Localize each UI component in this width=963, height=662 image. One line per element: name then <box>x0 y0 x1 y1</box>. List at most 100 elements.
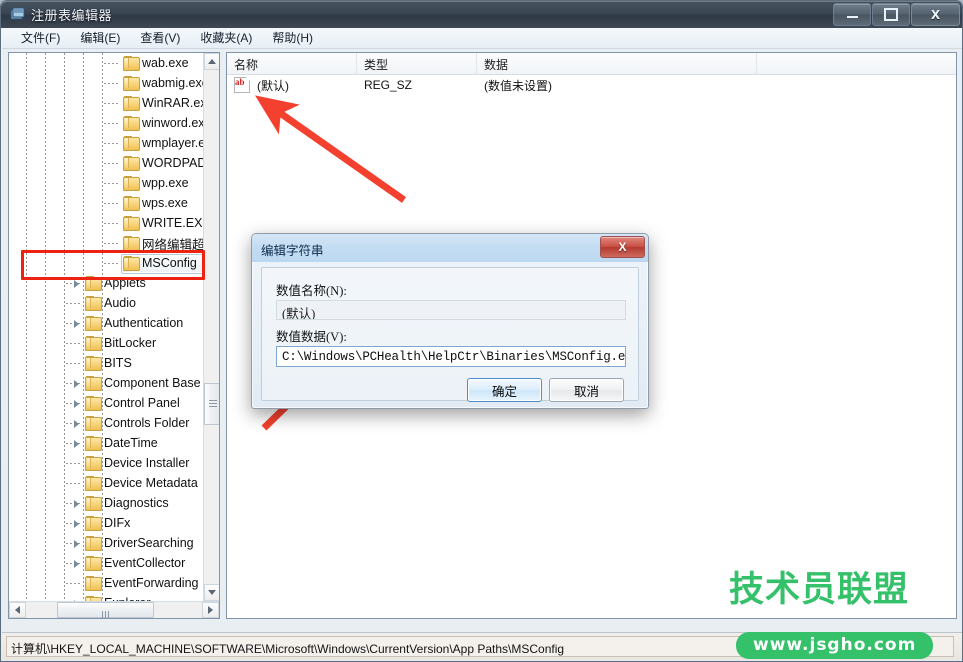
scroll-right-button[interactable] <box>202 602 219 618</box>
tree-item-explorer[interactable]: Explorer <box>9 593 204 601</box>
expand-arrow-icon[interactable] <box>72 378 83 389</box>
tree-item-controls-folder[interactable]: Controls Folder <box>9 413 204 433</box>
scroll-down-button[interactable] <box>204 584 219 601</box>
close-icon: X <box>930 7 941 22</box>
close-button[interactable]: X <box>911 3 960 26</box>
folder-icon <box>123 96 140 111</box>
table-row[interactable]: (默认) REG_SZ (数值未设置) <box>227 75 956 95</box>
tree-item-label: DIFx <box>104 516 131 530</box>
tree-item-wps-exe[interactable]: wps.exe <box>9 193 204 213</box>
vertical-scroll-thumb[interactable] <box>204 383 219 425</box>
maximize-button[interactable] <box>872 3 910 26</box>
value-name-input[interactable]: (默认) <box>276 300 626 320</box>
tree-item-winword-exe[interactable]: winword.exe <box>9 113 204 133</box>
expand-arrow-icon[interactable] <box>72 438 83 449</box>
tree-item-label: EventForwarding <box>104 576 199 590</box>
folder-icon <box>123 236 140 251</box>
tree-item-authentication[interactable]: Authentication <box>9 313 204 333</box>
minimize-button[interactable] <box>833 3 871 26</box>
folder-icon <box>123 216 140 231</box>
value-data-label: 数值数据(V): <box>276 330 347 344</box>
expand-arrow-icon[interactable] <box>72 398 83 409</box>
scroll-grip-icon <box>101 606 111 618</box>
tree-vertical-scrollbar[interactable] <box>203 53 219 601</box>
tree-item-audio[interactable]: Audio <box>9 293 204 313</box>
value-type-cell: REG_SZ <box>364 78 413 92</box>
tree-item-device-metadata[interactable]: Device Metadata <box>9 473 204 493</box>
tree-item-bits[interactable]: BITS <box>9 353 204 373</box>
folder-icon <box>85 316 102 331</box>
tree-item-component-base[interactable]: Component Base <box>9 373 204 393</box>
folder-icon <box>85 356 102 371</box>
tree-item-control-panel[interactable]: Control Panel <box>9 393 204 413</box>
menu-help[interactable]: 帮助(H) <box>262 27 323 49</box>
expand-arrow-icon[interactable] <box>72 318 83 329</box>
folder-icon <box>123 156 140 171</box>
registry-editor-icon <box>10 7 25 20</box>
tree-item-label: Authentication <box>104 316 184 330</box>
tree-item-difx[interactable]: DIFx <box>9 513 204 533</box>
watermark-brand: 技术员联盟 <box>729 570 910 610</box>
title-bar: 注册表编辑器 X <box>1 1 962 28</box>
folder-icon <box>123 56 140 71</box>
scroll-grip-icon <box>209 400 217 408</box>
registry-tree-pane[interactable]: wab.exe wabmig.exe WinRAR.exe winword.exe wm… <box>8 52 220 619</box>
tree-item-label: Device Installer <box>104 456 190 470</box>
tree-item-label: Device Metadata <box>104 476 198 490</box>
tree-item-wordpad-ex[interactable]: WORDPAD.EX <box>9 153 204 173</box>
tree-item-eventforwarding[interactable]: EventForwarding <box>9 573 204 593</box>
menu-bar: 文件(F) 编辑(E) 查看(V) 收藏夹(A) 帮助(H) <box>2 27 962 49</box>
tree-item-label: WORDPAD.EX <box>142 156 204 170</box>
tree-item-wab-exe[interactable]: wab.exe <box>9 53 204 73</box>
tree-item-wabmig-exe[interactable]: wabmig.exe <box>9 73 204 93</box>
tree-item-label: Diagnostics <box>104 496 169 510</box>
edit-string-dialog: 编辑字符串 X 数值名称(N): (默认) 数值数据(V): C:\Window… <box>251 233 649 409</box>
tree-item-label: wabmig.exe <box>142 76 204 90</box>
value-data-input[interactable]: C:\Windows\PCHealth\HelpCtr\Binaries\MSC… <box>276 346 626 367</box>
expand-arrow-icon[interactable] <box>72 498 83 509</box>
expand-arrow-icon[interactable] <box>72 518 83 529</box>
registry-tree[interactable]: wab.exe wabmig.exe WinRAR.exe winword.exe wm… <box>9 53 204 601</box>
registry-editor-window: 注册表编辑器 X 文件(F) 编辑(E) 查看(V) 收藏夹(A) 帮助(H) … <box>0 0 963 662</box>
tree-item-device-installer[interactable]: Device Installer <box>9 453 204 473</box>
dialog-title-bar: 编辑字符串 X <box>252 234 648 262</box>
folder-icon <box>123 136 140 151</box>
window-controls: X <box>833 3 960 26</box>
dialog-body: 数值名称(N): (默认) 数值数据(V): C:\Windows\PCHeal… <box>261 267 639 402</box>
column-header-type[interactable]: 类型 <box>357 53 477 74</box>
tree-item-eventcollector[interactable]: EventCollector <box>9 553 204 573</box>
tree-horizontal-scrollbar[interactable] <box>9 601 219 618</box>
menu-view[interactable]: 查看(V) <box>130 27 190 49</box>
dialog-close-button[interactable]: X <box>600 236 645 258</box>
tree-item-winrar-exe[interactable]: WinRAR.exe <box>9 93 204 113</box>
tree-item-label: wps.exe <box>142 196 188 210</box>
scroll-left-button[interactable] <box>9 602 26 618</box>
menu-edit[interactable]: 编辑(E) <box>70 27 130 49</box>
expand-arrow-icon[interactable] <box>72 418 83 429</box>
column-header-data[interactable]: 数据 <box>477 53 757 74</box>
menu-favorites[interactable]: 收藏夹(A) <box>190 27 262 49</box>
tree-item-label: Audio <box>104 296 136 310</box>
column-header-name[interactable]: 名称 <box>227 53 357 74</box>
horizontal-scroll-thumb[interactable] <box>57 602 154 618</box>
tree-item-label: winword.exe <box>142 116 204 130</box>
tree-item-write-exe[interactable]: WRITE.EXE <box>9 213 204 233</box>
tree-item-label: Component Base <box>104 376 201 390</box>
scroll-up-button[interactable] <box>204 53 219 70</box>
menu-file[interactable]: 文件(F) <box>11 27 70 49</box>
ok-button[interactable]: 确定 <box>467 378 542 402</box>
tree-item-datetime[interactable]: DateTime <box>9 433 204 453</box>
expand-arrow-icon[interactable] <box>72 558 83 569</box>
tree-item-bitlocker[interactable]: BitLocker <box>9 333 204 353</box>
tree-item-diagnostics[interactable]: Diagnostics <box>9 493 204 513</box>
tree-item-wpp-exe[interactable]: wpp.exe <box>9 173 204 193</box>
tree-item-wmplayer-exe[interactable]: wmplayer.exe <box>9 133 204 153</box>
tree-item-driversearching[interactable]: DriverSearching <box>9 533 204 553</box>
cancel-button[interactable]: 取消 <box>549 378 624 402</box>
tree-item-label: BITS <box>104 356 132 370</box>
expand-arrow-icon[interactable] <box>72 538 83 549</box>
